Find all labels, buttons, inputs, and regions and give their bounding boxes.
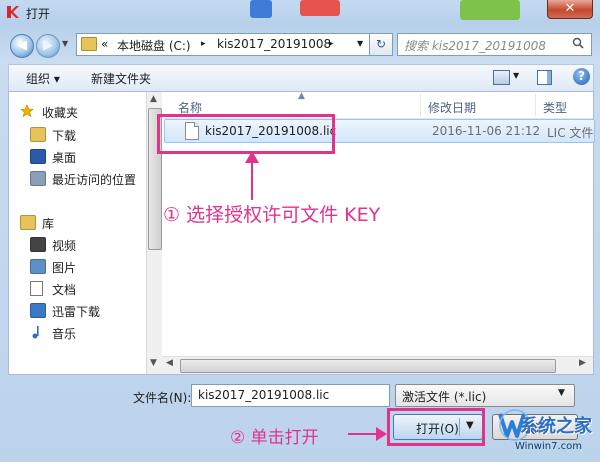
sidebar-item-label: 图片	[52, 261, 77, 275]
sidebar: 收藏夹下载桌面最近访问的位置库视频图片文档迅雷下载音乐	[8, 91, 146, 373]
sidebar-item[interactable]: 文档	[8, 278, 146, 298]
sidebar-item[interactable]: 视频	[8, 234, 146, 254]
sidebar-item[interactable]: 下载	[8, 124, 146, 144]
chevron-down-icon: ▼	[558, 388, 565, 398]
sidebar-item-label: 收藏夹	[42, 106, 79, 120]
chevron-right-icon[interactable]: ▸	[201, 39, 206, 49]
desktop-icon	[30, 149, 46, 164]
organize-menu-button[interactable]: 组织 ▾	[26, 70, 60, 87]
back-button[interactable]: ◀	[10, 34, 34, 58]
sort-ascending-icon: ▲	[298, 91, 305, 101]
open-file-dialog: 打开 ✕ ◀ ▶ ▼ « 本地磁盘 (C:) ▸ kis2017_2019100…	[0, 0, 600, 462]
music-icon	[30, 325, 44, 339]
star-icon	[20, 104, 34, 118]
scroll-left-icon[interactable]: ◀	[166, 358, 173, 368]
sidebar-item-label: 迅雷下载	[52, 305, 101, 319]
column-divider[interactable]	[420, 94, 421, 116]
history-dropdown-icon[interactable]: ▼	[62, 39, 68, 48]
download-folder-icon	[30, 127, 46, 142]
scroll-thumb[interactable]	[180, 359, 556, 373]
window-title: 打开	[26, 7, 51, 21]
sidebar-item-label: 桌面	[52, 151, 77, 165]
file-type-filter-select[interactable]: 激活文件 (*.lic) ▼	[395, 384, 575, 407]
search-icon	[572, 37, 584, 52]
annotation-arrow-shaft	[251, 158, 253, 200]
close-button[interactable]: ✕	[547, 0, 593, 19]
pictures-icon	[30, 259, 46, 274]
annotation-step2: ② 单击打开	[230, 428, 319, 448]
column-date-header[interactable]: 修改日期	[428, 99, 476, 116]
annotation-arrow-right-icon	[376, 427, 387, 441]
file-modified-date: 2016-11-06 21:12	[432, 124, 541, 138]
scroll-up-icon[interactable]: ▲	[150, 94, 157, 104]
app-logo-icon	[7, 6, 19, 18]
search-placeholder: 搜索 kis2017_20191008	[404, 39, 546, 53]
refresh-button[interactable]: ↻	[369, 33, 393, 56]
sidebar-item-label: 音乐	[52, 327, 77, 341]
forward-button[interactable]: ▶	[36, 34, 60, 58]
scroll-right-icon[interactable]: ▶	[579, 358, 586, 368]
sidebar-item[interactable]: 桌面	[8, 146, 146, 166]
watermark-url: Winwin7.com	[515, 441, 582, 452]
address-dropdown-icon[interactable]: ▼	[357, 39, 363, 48]
video-icon	[30, 237, 46, 252]
sidebar-item-label: 库	[42, 217, 55, 231]
file-type: LIC 文件	[547, 126, 594, 140]
column-type-header[interactable]: 类型	[543, 99, 567, 116]
filename-input[interactable]: kis2017_20191008.lic	[191, 384, 390, 407]
breadcrumb-drive[interactable]: 本地磁盘 (C:)	[117, 37, 191, 54]
sidebar-item[interactable]: 音乐	[8, 322, 146, 342]
sidebar-item[interactable]: 库	[8, 212, 146, 232]
chevron-right-icon[interactable]: ▸	[329, 39, 334, 49]
breadcrumb-overflow[interactable]: «	[101, 37, 108, 51]
annotation-highlight-file	[157, 114, 335, 154]
view-dropdown-icon[interactable]: ▼	[513, 71, 519, 80]
sidebar-item[interactable]: 收藏夹	[8, 101, 146, 121]
annotation-step1: ① 选择授权许可文件 KEY	[163, 204, 381, 226]
library-icon	[20, 215, 36, 230]
sidebar-item-label: 文档	[52, 283, 77, 297]
watermark-brand: 系统之家	[520, 416, 592, 437]
filter-value: 激活文件 (*.lic)	[402, 390, 487, 404]
sidebar-item[interactable]: 迅雷下载	[8, 300, 146, 320]
folder-icon	[81, 37, 97, 51]
help-icon[interactable]: ?	[573, 68, 590, 85]
sidebar-item[interactable]: 图片	[8, 256, 146, 276]
search-input[interactable]: 搜索 kis2017_20191008	[397, 33, 592, 56]
recent-places-icon	[30, 171, 46, 186]
title-bar[interactable]: 打开 ✕	[0, 0, 600, 24]
command-toolbar: 组织 ▾ 新建文件夹 ▼ ?	[8, 64, 594, 92]
annotation-highlight-open	[387, 408, 485, 446]
thunder-download-icon	[30, 303, 46, 318]
sidebar-item-label: 最近访问的位置	[52, 173, 137, 187]
annotation-arrow-shaft	[348, 433, 378, 435]
view-options-icon[interactable]	[493, 70, 510, 85]
sidebar-item-label: 下载	[52, 129, 77, 143]
scroll-down-icon[interactable]: ▼	[150, 358, 157, 368]
filename-label: 文件名(N):	[133, 391, 192, 405]
documents-icon	[30, 281, 43, 296]
column-divider[interactable]	[535, 94, 536, 116]
horizontal-scrollbar[interactable]: ◀ ▶	[162, 356, 593, 374]
sidebar-item-label: 视频	[52, 239, 77, 253]
sidebar-item[interactable]: 最近访问的位置	[8, 168, 146, 188]
new-folder-button[interactable]: 新建文件夹	[91, 70, 151, 87]
preview-pane-icon[interactable]	[537, 70, 552, 85]
filename-value: kis2017_20191008.lic	[198, 388, 330, 402]
breadcrumb-folder[interactable]: kis2017_20191008	[217, 37, 331, 51]
address-bar[interactable]: « 本地磁盘 (C:) ▸ kis2017_20191008 ▸ ▼	[76, 33, 392, 56]
